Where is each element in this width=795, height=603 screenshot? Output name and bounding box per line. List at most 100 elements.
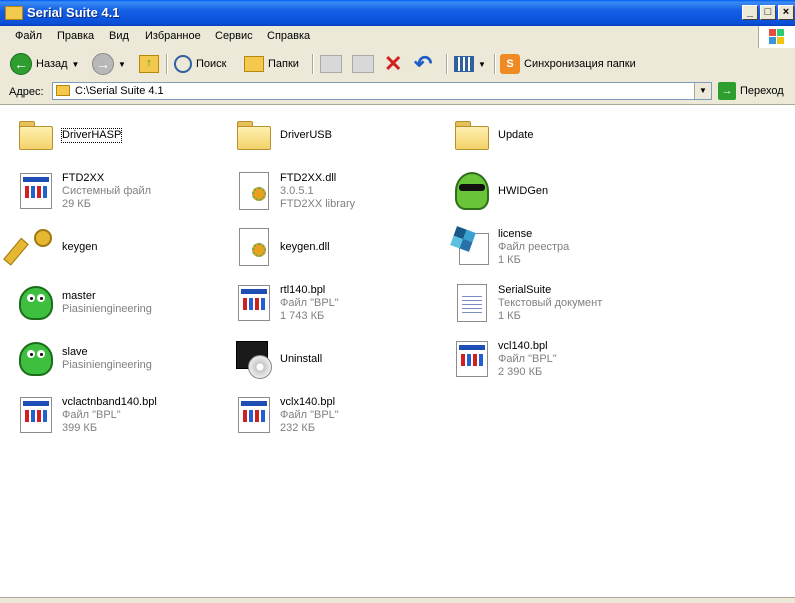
chevron-down-icon[interactable]: ▼ <box>694 83 711 99</box>
title-bar[interactable]: Serial Suite 4.1 _ □ × <box>0 0 795 26</box>
maximize-button[interactable]: □ <box>760 5 776 20</box>
system-file-icon <box>12 167 60 215</box>
close-button[interactable]: × <box>778 5 794 20</box>
item-type: Системный файл <box>62 184 152 197</box>
search-button[interactable]: Поиск <box>174 52 226 76</box>
item-company: Piasiniengineering <box>62 303 152 315</box>
green-blob-icon <box>12 335 60 383</box>
back-button[interactable]: ← Назад ▼ <box>10 52 79 76</box>
list-item[interactable]: SerialSuite Текстовый документ 1 КБ <box>448 279 602 327</box>
back-arrow-icon: ← <box>10 53 32 75</box>
address-input[interactable]: C:\Serial Suite 4.1 ▼ <box>52 82 712 100</box>
list-item[interactable]: FTD2XX.dll 3.0.5.1 FTD2XX library <box>230 167 355 215</box>
folder-icon <box>5 6 23 20</box>
item-name: vclx140.bpl <box>280 395 336 408</box>
list-item[interactable]: DriverUSB <box>230 111 332 159</box>
key-icon <box>12 223 60 271</box>
menu-file[interactable]: Файл <box>15 30 42 42</box>
item-description: FTD2XX library <box>280 197 356 210</box>
dll-file-icon <box>230 167 278 215</box>
item-name: Uninstall <box>280 352 323 365</box>
address-label: Адрес: <box>9 86 44 98</box>
list-item[interactable]: keygen.dll <box>230 223 330 271</box>
go-label: Переход <box>740 85 784 97</box>
item-company: Piasiniengineering <box>62 359 152 371</box>
folder-icon <box>448 111 496 159</box>
list-item[interactable]: rtl140.bpl Файл "BPL" 1 743 КБ <box>230 279 339 327</box>
item-name: FTD2XX <box>62 171 105 184</box>
dll-file-icon <box>230 223 278 271</box>
chevron-down-icon[interactable]: ▼ <box>118 60 126 69</box>
move-to-icon <box>320 55 342 73</box>
undo-button[interactable]: ↶ <box>414 52 432 76</box>
forward-arrow-icon: → <box>92 53 114 75</box>
search-label: Поиск <box>196 58 227 70</box>
menu-tools[interactable]: Сервис <box>215 30 253 42</box>
undo-icon: ↶ <box>414 51 433 76</box>
bpl-file-icon <box>230 279 278 327</box>
item-type: Файл "BPL" <box>280 296 339 309</box>
list-item[interactable]: master Piasiniengineering <box>12 279 152 327</box>
menu-edit[interactable]: Правка <box>57 30 94 42</box>
item-size: 399 КБ <box>62 421 98 434</box>
menu-view[interactable]: Вид <box>109 30 129 42</box>
item-size: 1 КБ <box>498 253 521 266</box>
search-icon <box>174 55 192 73</box>
go-button[interactable]: → Переход <box>718 82 784 100</box>
list-item[interactable]: DriverHASP <box>12 111 123 159</box>
item-name: license <box>498 227 533 240</box>
hwidgen-icon <box>448 167 496 215</box>
chevron-down-icon[interactable]: ▼ <box>478 60 486 69</box>
sync-label: Синхронизация папки <box>524 58 636 70</box>
delete-x-icon: ✕ <box>384 51 403 76</box>
list-item[interactable]: Update <box>448 111 533 159</box>
item-name: HWIDGen <box>498 184 549 197</box>
item-version: 3.0.5.1 <box>280 184 314 197</box>
list-item[interactable]: Uninstall <box>230 335 322 383</box>
delete-button[interactable]: ✕ <box>384 52 402 76</box>
menu-help[interactable]: Справка <box>267 30 310 42</box>
bpl-file-icon <box>448 335 496 383</box>
text-document-icon <box>448 279 496 327</box>
chevron-down-icon[interactable]: ▼ <box>72 60 80 69</box>
windows-logo-icon <box>758 26 795 48</box>
forward-button[interactable]: → ▼ <box>92 52 126 76</box>
move-to-button[interactable] <box>320 52 342 76</box>
file-list[interactable]: DriverHASP DriverUSB Update FTD2XX Систе… <box>0 105 795 597</box>
bpl-file-icon <box>12 391 60 439</box>
folder-icon <box>12 111 60 159</box>
minimize-button[interactable]: _ <box>742 5 758 20</box>
item-type: Файл "BPL" <box>280 408 339 421</box>
bpl-file-icon <box>230 391 278 439</box>
green-blob-icon <box>12 279 60 327</box>
list-item[interactable]: vcl140.bpl Файл "BPL" 2 390 КБ <box>448 335 557 383</box>
list-item[interactable]: vclactnband140.bpl Файл "BPL" 399 КБ <box>12 391 157 439</box>
copy-to-button[interactable] <box>352 52 374 76</box>
item-name: DriverHASP <box>60 127 123 143</box>
item-type: Файл реестра <box>498 240 570 253</box>
item-name: FTD2XX.dll <box>280 171 337 184</box>
folders-label: Папки <box>268 58 299 70</box>
views-button[interactable]: ▼ <box>454 52 486 76</box>
list-item[interactable]: license Файл реестра 1 КБ <box>448 223 569 271</box>
item-size: 1 КБ <box>498 309 521 322</box>
item-size: 29 КБ <box>62 197 91 210</box>
sync-folder-button[interactable]: S Синхронизация папки <box>500 52 636 76</box>
list-item[interactable]: FTD2XX Системный файл 29 КБ <box>12 167 151 215</box>
list-item[interactable]: keygen <box>12 223 97 271</box>
up-folder-button[interactable]: ↑ <box>139 52 159 76</box>
item-name: keygen.dll <box>280 240 330 253</box>
item-name: Update <box>498 128 534 141</box>
sync-icon: S <box>500 54 520 74</box>
copy-to-icon <box>352 55 374 73</box>
menu-favorites[interactable]: Избранное <box>145 30 201 42</box>
folder-icon <box>230 111 278 159</box>
list-item[interactable]: HWIDGen <box>448 167 548 215</box>
item-size: 1 743 КБ <box>280 309 325 322</box>
folders-button[interactable]: Папки <box>244 52 299 76</box>
list-item[interactable]: vclx140.bpl Файл "BPL" 232 КБ <box>230 391 339 439</box>
address-value[interactable]: C:\Serial Suite 4.1 <box>75 85 164 97</box>
item-name: vclactnband140.bpl <box>62 395 157 408</box>
toolbar-separator <box>312 54 314 74</box>
list-item[interactable]: slave Piasiniengineering <box>12 335 152 383</box>
